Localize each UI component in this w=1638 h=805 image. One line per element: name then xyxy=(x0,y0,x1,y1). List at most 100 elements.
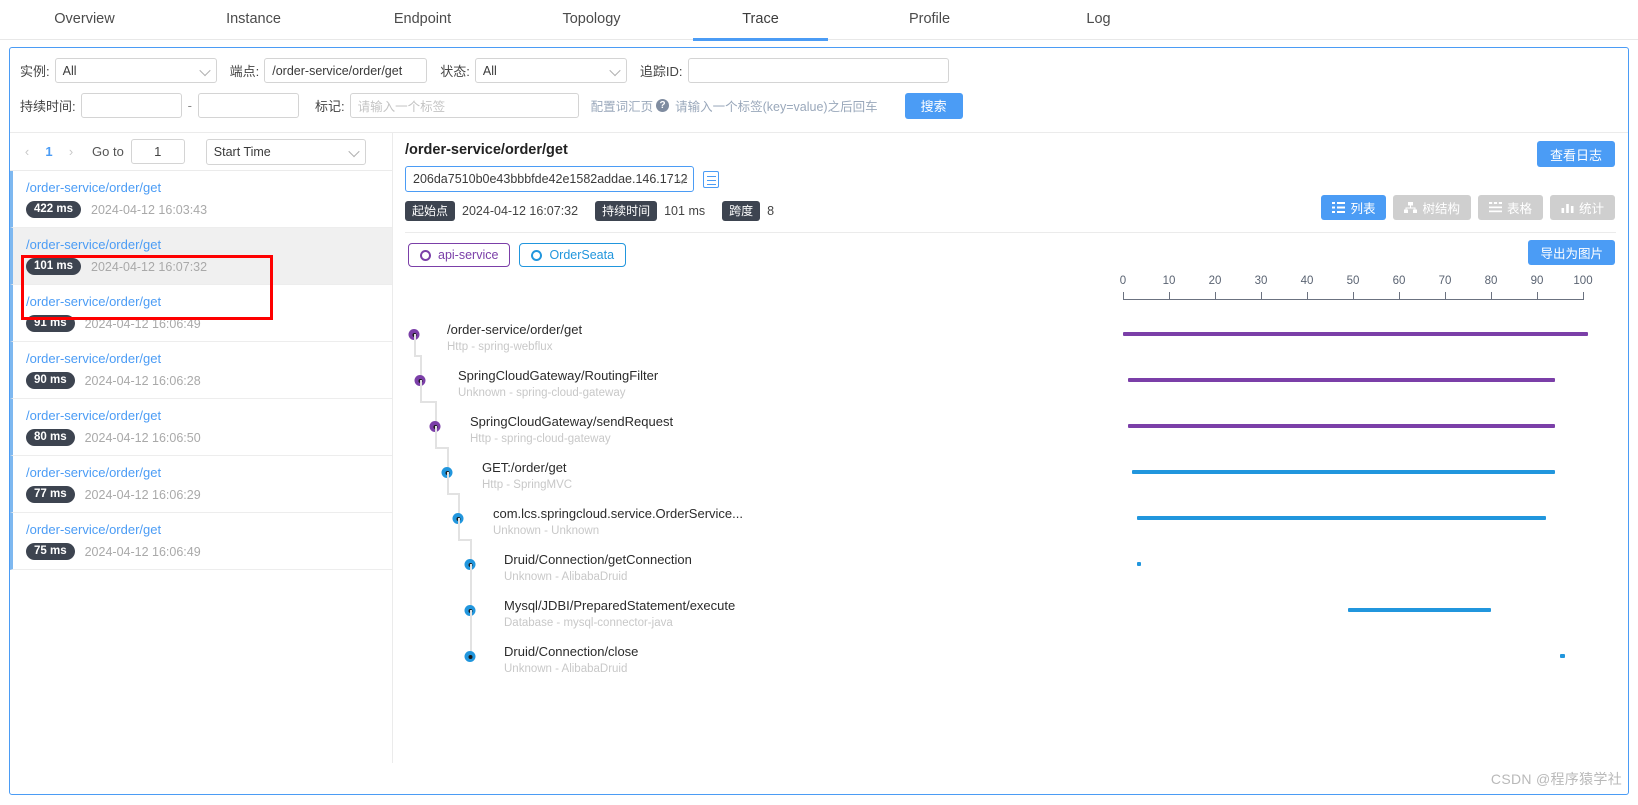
view-mode-table[interactable]: 表格 xyxy=(1477,195,1543,220)
next-page-button[interactable]: › xyxy=(60,141,82,163)
trace-content: ‹ 1 › Go to 1 Start Time /order-service/… xyxy=(10,132,1628,763)
trace-endpoint-name: /order-service/order/get xyxy=(26,351,162,366)
service-chip-orderseata[interactable]: OrderSeata xyxy=(519,243,627,267)
axis-tick-label: 60 xyxy=(1392,275,1406,287)
list-item[interactable]: /order-service/order/get 91 ms 2024-04-1… xyxy=(10,285,392,342)
instance-label: 实例: xyxy=(20,64,50,79)
axis-tick xyxy=(1399,292,1400,300)
tab-topology[interactable]: Topology xyxy=(507,0,676,40)
duration-label: 持续时间 xyxy=(595,201,658,221)
span-row[interactable]: GET:/order/get Http - SpringMVC xyxy=(393,426,1628,503)
span-bar[interactable] xyxy=(1127,424,1556,428)
view-mode-stats-label: 统计 xyxy=(1578,202,1604,216)
trace-list: /order-service/order/get 422 ms 2024-04-… xyxy=(10,171,392,763)
tab-overview[interactable]: Overview xyxy=(0,0,169,40)
chevron-down-icon xyxy=(201,65,210,74)
trace-endpoint-name: /order-service/order/get xyxy=(26,180,162,195)
help-icon[interactable]: ? xyxy=(656,99,670,112)
timeline-ruler: 0 10 20 30 40 50 60 70 80 90 100 xyxy=(393,275,1628,309)
tab-profile[interactable]: Profile xyxy=(845,0,1014,40)
span-row[interactable]: Mysql/JDBI/PreparedStatement/execute Data… xyxy=(393,564,1628,641)
span-bar[interactable] xyxy=(1123,332,1588,336)
service-chip-label: api-service xyxy=(438,248,499,262)
span-row[interactable]: com.lcs.springcloud.service.OrderService… xyxy=(393,472,1628,549)
list-item[interactable]: /order-service/order/get 75 ms 2024-04-1… xyxy=(10,513,392,570)
axis-tick xyxy=(1169,292,1170,300)
tab-log-label: Log xyxy=(1086,10,1111,27)
span-row[interactable]: Druid/Connection/getConnection Unknown - … xyxy=(393,518,1628,595)
view-mode-list[interactable]: 列表 xyxy=(1321,195,1387,220)
trace-id-input[interactable] xyxy=(687,58,949,83)
span-row[interactable]: SpringCloudGateway/sendRequest Http - spr… xyxy=(393,380,1628,457)
span-meta: Unknown - Unknown xyxy=(493,525,600,537)
trace-endpoint-name: /order-service/order/get xyxy=(26,465,162,480)
span-name: Druid/Connection/close xyxy=(504,644,639,659)
view-log-button[interactable]: 查看日志 xyxy=(1536,141,1615,167)
span-connector xyxy=(470,610,472,633)
tab-instance[interactable]: Instance xyxy=(169,0,338,40)
prev-page-button[interactable]: ‹ xyxy=(16,141,38,163)
span-row[interactable]: /order-service/order/get Http - spring-we… xyxy=(393,319,1628,365)
service-chip-api-service[interactable]: api-service xyxy=(408,243,511,267)
span-timeline: 0 10 20 30 40 50 60 70 80 90 100 /order-service/or… xyxy=(393,275,1628,705)
duration-badge: 91 ms xyxy=(26,315,75,332)
endpoint-label: 端点: xyxy=(229,64,260,79)
span-meta: Unknown - AlibabaDruid xyxy=(504,571,628,583)
list-item[interactable]: /order-service/order/get 101 ms 2024-04-… xyxy=(10,228,392,285)
service-chip-label: OrderSeata xyxy=(549,248,615,262)
instance-select[interactable]: All xyxy=(54,58,217,83)
span-bar[interactable] xyxy=(1127,378,1556,382)
view-mode-table-label: 表格 xyxy=(1506,202,1532,216)
span-count-value: 8 xyxy=(767,204,775,218)
list-item[interactable]: /order-service/order/get 77 ms 2024-04-1… xyxy=(10,456,392,513)
goto-page-input[interactable]: 1 xyxy=(130,139,185,164)
trace-timestamp: 2024-04-12 16:03:43 xyxy=(91,202,208,217)
span-bar[interactable] xyxy=(1560,654,1565,658)
chevron-down-icon xyxy=(678,174,687,183)
view-mode-tree[interactable]: 树结构 xyxy=(1393,195,1471,220)
trace-meta: 101 ms 2024-04-12 16:07:32 xyxy=(26,258,392,275)
page-number[interactable]: 1 xyxy=(38,144,60,159)
sort-select[interactable]: Start Time xyxy=(205,138,366,165)
duration-min-input[interactable] xyxy=(80,93,182,118)
span-name: com.lcs.springcloud.service.OrderService… xyxy=(493,506,743,521)
span-row[interactable]: SpringCloudGateway/RoutingFilter Unknown … xyxy=(393,334,1628,411)
span-bar[interactable] xyxy=(1136,516,1547,520)
vocab-link[interactable]: 配置词汇页 xyxy=(591,96,654,115)
status-select[interactable]: All xyxy=(474,58,627,83)
trace-id-select[interactable]: 206da7510b0e43bbbfde42e1582addae.146.171… xyxy=(405,166,694,192)
tab-trace[interactable]: Trace xyxy=(676,0,845,41)
filter-row-2: 持续时间: - 标记: 请输入一个标签 配置词汇页 ? 请输入一个标签(key=… xyxy=(20,92,1618,119)
endpoint-input[interactable]: /order-service/order/get xyxy=(264,58,428,83)
trace-id-text: 206da7510b0e43bbbfde42e1582addae.146.171… xyxy=(413,172,688,186)
span-meta: Database - mysql-connector-java xyxy=(504,617,673,629)
trace-detail-header: /order-service/order/get 206da7510b0e43b… xyxy=(393,133,1628,233)
tab-endpoint[interactable]: Endpoint xyxy=(338,0,507,40)
span-row[interactable]: Druid/Connection/close Unknown - AlibabaD… xyxy=(393,610,1628,687)
span-connector xyxy=(435,426,437,449)
trace-timestamp: 2024-04-12 16:06:49 xyxy=(84,316,201,331)
tab-log[interactable]: Log xyxy=(1014,0,1183,40)
list-item[interactable]: /order-service/order/get 80 ms 2024-04-1… xyxy=(10,399,392,456)
pagination-bar: ‹ 1 › Go to 1 Start Time xyxy=(10,133,392,171)
list-item[interactable]: /order-service/order/get 422 ms 2024-04-… xyxy=(10,171,392,228)
view-mode-stats[interactable]: 统计 xyxy=(1549,195,1615,220)
span-meta: Http - spring-cloud-gateway xyxy=(470,433,611,445)
endpoint-value: /order-service/order/get xyxy=(272,63,403,78)
span-bar[interactable] xyxy=(1136,562,1142,566)
span-bar[interactable] xyxy=(1348,608,1491,612)
span-bar[interactable] xyxy=(1132,470,1556,474)
tag-label: 标记: xyxy=(314,99,345,114)
span-connector xyxy=(420,380,422,403)
stats-icon xyxy=(1561,204,1574,213)
copy-icon[interactable] xyxy=(703,170,719,188)
tag-input[interactable]: 请输入一个标签 xyxy=(349,93,579,118)
duration-max-input[interactable] xyxy=(197,93,299,118)
search-button[interactable]: 搜索 xyxy=(904,92,963,119)
list-icon xyxy=(1332,202,1346,213)
span-count-label: 跨度 xyxy=(722,201,761,221)
trace-detail-panel: /order-service/order/get 206da7510b0e43b… xyxy=(393,133,1628,763)
span-meta: Unknown - AlibabaDruid xyxy=(504,663,628,675)
list-item[interactable]: /order-service/order/get 90 ms 2024-04-1… xyxy=(10,342,392,399)
export-image-button[interactable]: 导出为图片 xyxy=(1528,240,1615,265)
